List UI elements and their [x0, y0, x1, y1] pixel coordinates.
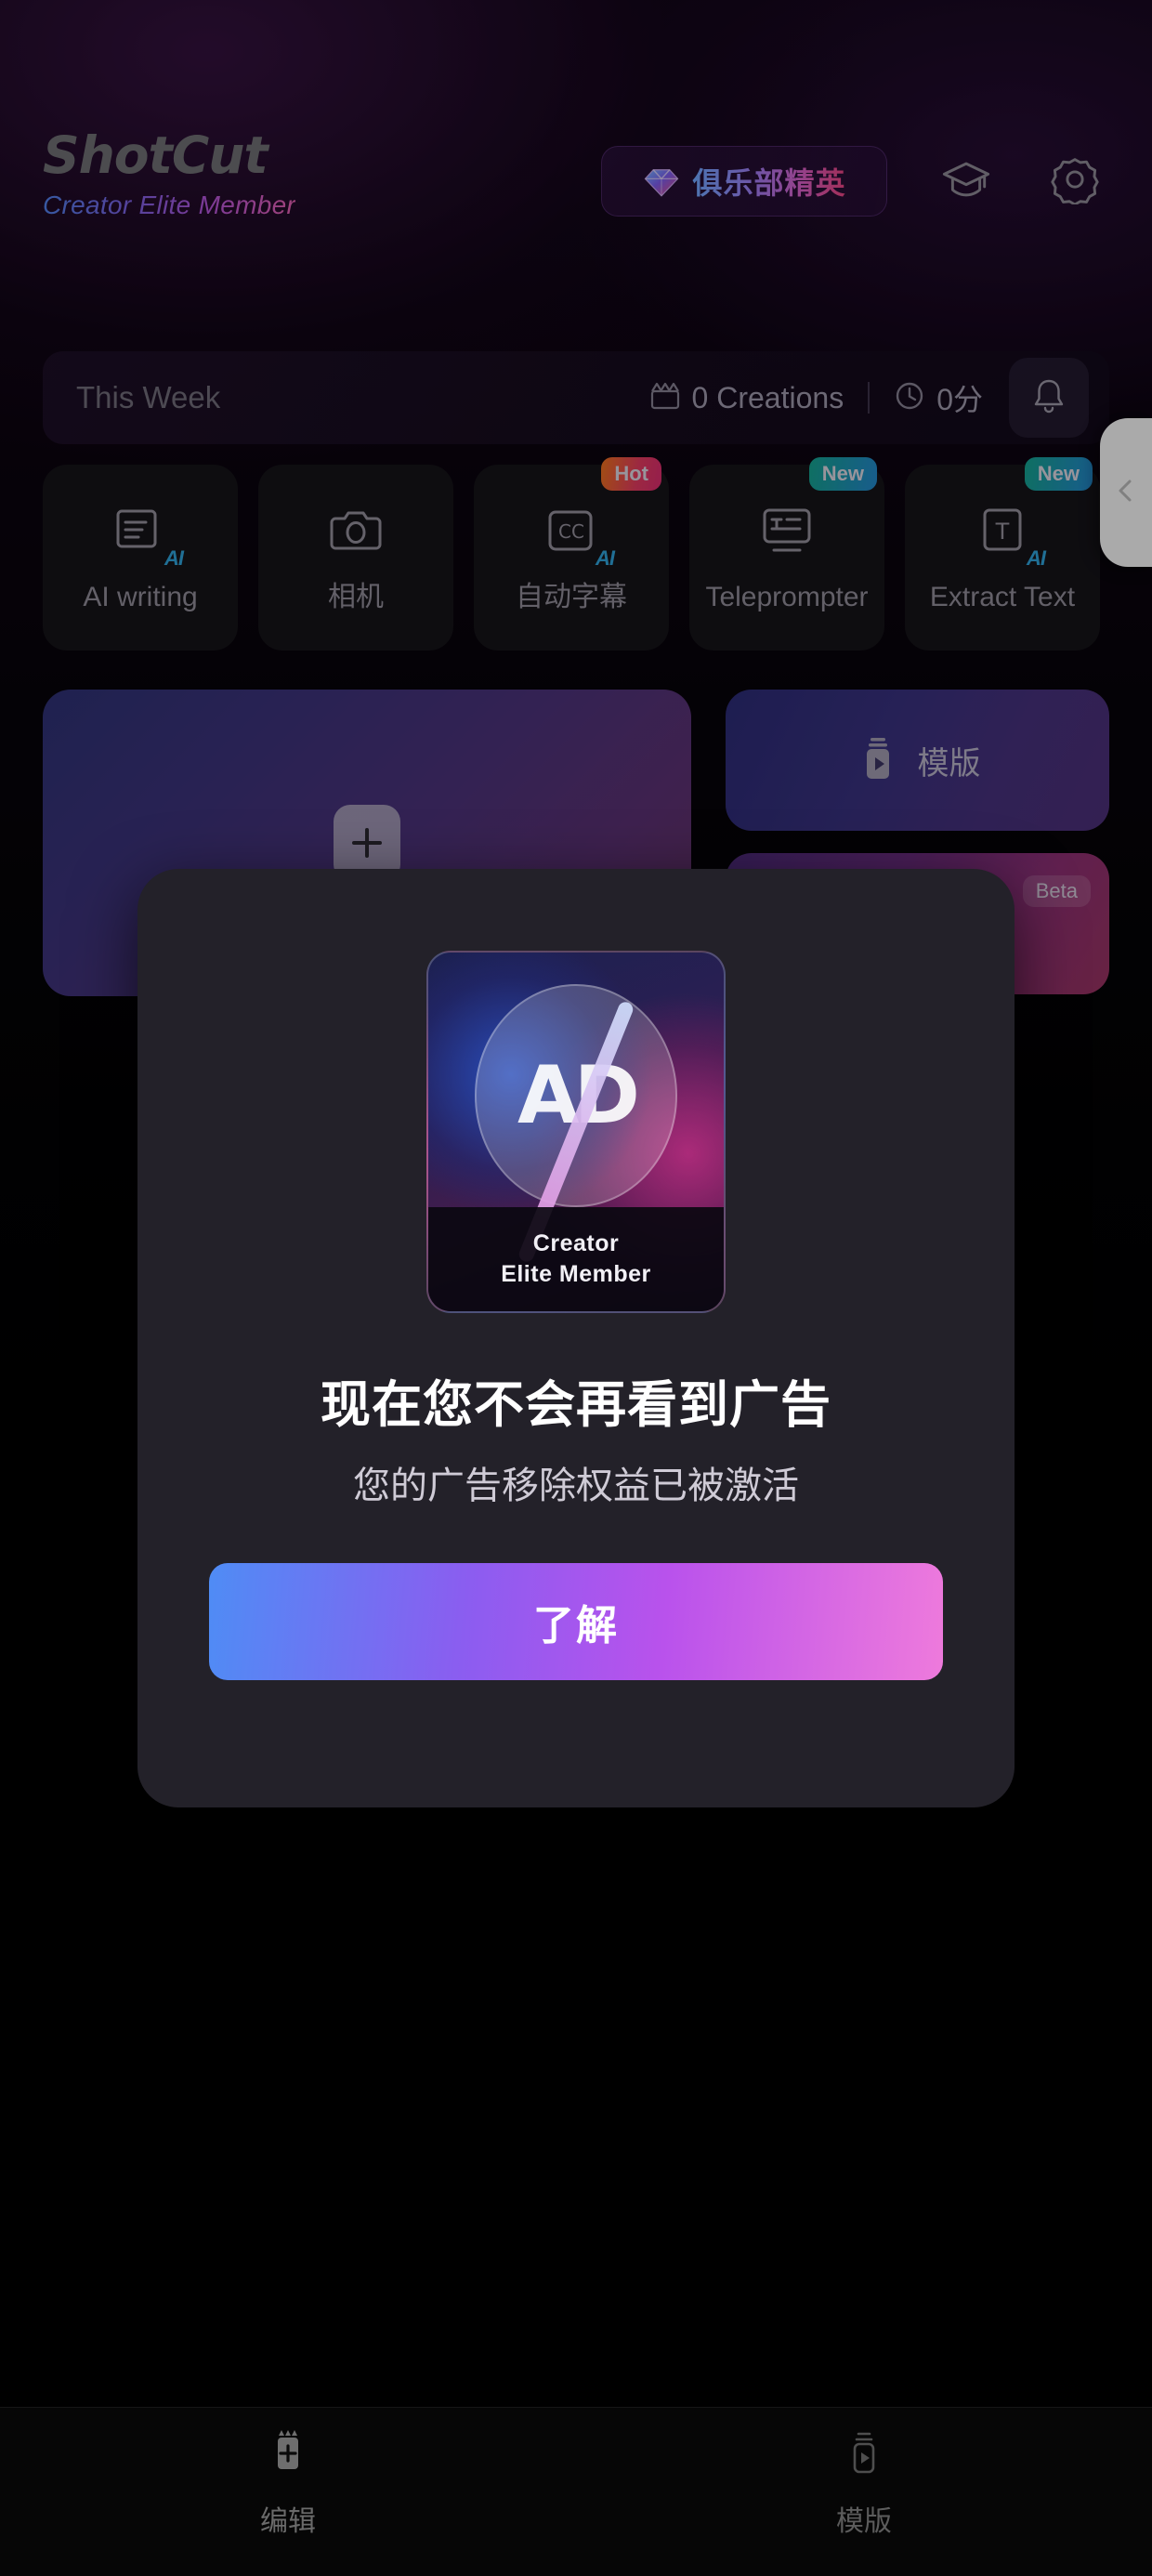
- nav-label: 模版: [836, 2506, 892, 2537]
- understand-button[interactable]: 了解: [209, 1563, 943, 1680]
- clapper-plus-icon: [263, 2428, 313, 2483]
- ad-circle: AD: [475, 984, 677, 1208]
- no-ads-dialog: AD Creator Elite Member 现在您不会再看到广告 您的广告移…: [137, 869, 1015, 1807]
- app-root: ShotCut Creator Elite Member 俱乐部精英 This …: [0, 0, 1152, 2576]
- nav-label: 编辑: [260, 2506, 316, 2537]
- nav-item-edit[interactable]: 编辑: [0, 2408, 576, 2576]
- ad-caption-line1: Creator: [532, 1230, 620, 1256]
- dialog-title: 现在您不会再看到广告: [321, 1377, 831, 1433]
- ad-card-caption: Creator Elite Member: [428, 1207, 724, 1311]
- bottom-navigation: 编辑 模版: [0, 2407, 1152, 2576]
- dialog-subtitle: 您的广告移除权益已被激活: [353, 1465, 799, 1506]
- understand-button-label: 了解: [533, 1603, 619, 1649]
- template-icon: [839, 2428, 889, 2483]
- ad-caption-line2: Elite Member: [501, 1261, 651, 1287]
- no-ads-icon: AD Creator Elite Member: [426, 951, 726, 1313]
- nav-item-template[interactable]: 模版: [576, 2408, 1152, 2576]
